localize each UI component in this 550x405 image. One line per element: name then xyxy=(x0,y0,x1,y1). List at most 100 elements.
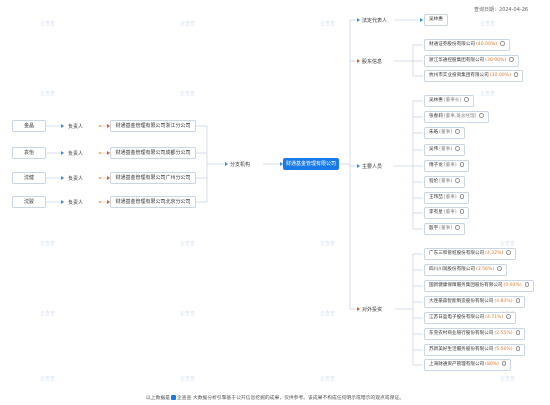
personnel-node[interactable]: 吴伟[董事] xyxy=(424,144,465,156)
expand-icon[interactable] xyxy=(455,178,460,183)
equity-graph: 企查查 企查查 企查查 企查查 企查查 企查查 企查查 企查查 企查查 企查查 … xyxy=(0,0,550,405)
investment-node[interactable]: 江苏日盈电子股份有限公司(4.71%) xyxy=(424,312,516,324)
investment-pct: (4.71%) xyxy=(485,315,504,320)
expand-icon[interactable] xyxy=(506,314,511,319)
branch-person-node[interactable]: 沈骏 xyxy=(12,196,46,208)
investment-pct: (80%) xyxy=(485,362,499,367)
watermark: 企查查 xyxy=(320,311,336,317)
personnel-name: 吴林惠 xyxy=(429,98,443,103)
personnel-node[interactable]: 张春莉[董事,兼总经理] xyxy=(424,111,489,123)
personnel-node[interactable]: 傅子龙[董事] xyxy=(424,160,470,172)
personnel-node[interactable]: 李有星[董事] xyxy=(424,207,470,219)
expand-icon[interactable] xyxy=(515,330,521,335)
personnel-role: [董事] xyxy=(443,210,457,215)
personnel-name: 李有星 xyxy=(429,210,443,215)
investment-node[interactable]: 国新健康保障服务集团股份有限公司(0.93%) xyxy=(424,280,535,292)
branch-person-node[interactable]: 沈健 xyxy=(12,172,46,184)
dot-markers xyxy=(99,125,101,203)
branch-key-personnel[interactable]: 主要人员 xyxy=(362,163,382,170)
footer-prefix: 以上数据是 xyxy=(145,396,170,401)
personnel-name: 朱皓 xyxy=(429,130,439,135)
expand-icon[interactable] xyxy=(459,209,465,214)
legal-rep-node[interactable]: 吴林惠 xyxy=(424,14,448,26)
expand-icon[interactable] xyxy=(515,298,521,303)
investment-node[interactable]: 四川川润股份有限公司(3.56%) xyxy=(424,264,507,276)
personnel-node[interactable]: 王玮喆[董事] xyxy=(424,192,470,204)
investment-pct: (4.22%) xyxy=(485,251,504,256)
expand-icon[interactable] xyxy=(500,41,505,46)
investment-node[interactable]: 广东三和管桩股份有限公司(4.22%) xyxy=(424,248,516,260)
personnel-node[interactable]: 殷宇[董事] xyxy=(424,223,465,235)
expand-icon[interactable] xyxy=(459,162,465,167)
personnel-role: [董事,兼总经理] xyxy=(443,114,477,119)
legal-rep-name: 吴林惠 xyxy=(429,17,443,22)
investment-node[interactable]: 大连豪森智能制造股份有限公司(4.83%) xyxy=(424,296,526,308)
investment-name: 江苏日盈电子股份有限公司 xyxy=(429,315,485,320)
branch-company-node[interactable]: 财通基金管理有限公司北京分公司 xyxy=(110,196,196,208)
expand-icon[interactable] xyxy=(455,129,460,134)
watermark: 企查查 xyxy=(40,311,56,317)
branch-company-node[interactable]: 财通基金管理有限公司广州分公司 xyxy=(110,172,196,184)
watermark: 企查查 xyxy=(180,376,196,382)
shareholder-node[interactable]: 杭州市实业投资集团有限公司(30.00%) xyxy=(424,70,524,82)
shareholder-node[interactable]: 财通证券股份有限公司(40.00%) xyxy=(424,39,510,51)
expand-icon[interactable] xyxy=(524,282,530,287)
branch-investments[interactable]: 对外投资 xyxy=(362,306,382,313)
expand-icon[interactable] xyxy=(479,113,484,118)
expand-icon[interactable] xyxy=(509,57,514,62)
branch-company-node[interactable]: 财通基金管理有限公司成都分公司 xyxy=(110,147,196,159)
investment-pct: (5.56%) xyxy=(494,347,513,352)
watermark: 企查查 xyxy=(500,241,516,247)
watermark: 企查查 xyxy=(40,91,56,97)
watermark: 企查查 xyxy=(480,21,496,27)
watermark: 企查查 xyxy=(320,241,336,247)
personnel-name: 傅子龙 xyxy=(429,163,443,168)
branch-branch-offices[interactable]: 分支机构 xyxy=(230,161,250,168)
investment-node[interactable]: 苏新美好生活服务股份有限公司(5.56%) xyxy=(424,344,526,356)
shareholder-name: 杭州市实业投资集团有限公司 xyxy=(429,73,489,78)
personnel-role: [董事长] xyxy=(443,98,462,103)
center-company-node[interactable]: 财通基金管理有限公司 xyxy=(283,158,339,170)
person-in-charge-label: 负责人 xyxy=(68,151,84,157)
shareholder-pct: (40.00%) xyxy=(475,42,498,47)
expand-icon[interactable] xyxy=(506,250,511,255)
personnel-role: [董事] xyxy=(439,130,452,135)
watermark: 企查查 xyxy=(320,376,336,382)
branch-legal-rep[interactable]: 法定代表人 xyxy=(362,17,387,24)
personnel-node[interactable]: 吴林惠[董事长] xyxy=(424,95,474,107)
investment-name: 东莞农村商业银行股份有限公司 xyxy=(429,331,494,336)
branch-person-node[interactable]: 金晶 xyxy=(12,120,46,132)
personnel-role: [董事] xyxy=(439,226,452,231)
person-in-charge-label: 负责人 xyxy=(68,124,84,130)
expand-icon[interactable] xyxy=(515,346,521,351)
shareholder-node[interactable]: 浙江华通控股集团有限公司(30.00%) xyxy=(424,55,519,67)
branch-company-node[interactable]: 财通基金管理有限公司浙江分公司 xyxy=(110,120,196,132)
expand-icon[interactable] xyxy=(513,72,519,77)
personnel-node[interactable]: 朱皓[董事] xyxy=(424,127,465,139)
watermark: 企查查 xyxy=(180,311,196,317)
query-date: 查询日期：2024-04-26 xyxy=(474,6,528,13)
expand-icon[interactable] xyxy=(501,361,507,366)
expand-icon[interactable] xyxy=(455,146,460,151)
personnel-role: [董事] xyxy=(443,195,457,200)
branch-person-node[interactable]: 袁怡 xyxy=(12,147,46,159)
personnel-name: 张春莉 xyxy=(429,114,443,119)
personnel-node[interactable]: 程伦[董事] xyxy=(424,176,465,188)
expand-icon[interactable] xyxy=(464,97,469,102)
investment-node[interactable]: 上海财通资产管理有限公司(80%) xyxy=(424,359,512,371)
expand-icon[interactable] xyxy=(459,194,465,199)
expand-icon[interactable] xyxy=(455,225,460,230)
investment-node[interactable]: 东莞农村商业银行股份有限公司(2.55%) xyxy=(424,328,526,340)
branch-shareholders[interactable]: 股东信息 xyxy=(362,58,382,65)
person-in-charge-label: 负责人 xyxy=(68,176,84,182)
investment-pct: (3.56%) xyxy=(475,267,495,272)
person-in-charge-label: 负责人 xyxy=(68,200,84,206)
personnel-role: [董事] xyxy=(439,179,452,184)
watermark: 企查查 xyxy=(40,241,56,247)
shareholder-name: 财通证券股份有限公司 xyxy=(429,42,475,47)
investment-name: 广东三和管桩股份有限公司 xyxy=(429,251,485,256)
watermark: 企查查 xyxy=(480,91,496,97)
investment-name: 上海财通资产管理有限公司 xyxy=(429,362,485,367)
expand-icon[interactable] xyxy=(497,266,502,271)
shareholder-pct: (30.00%) xyxy=(489,73,511,78)
